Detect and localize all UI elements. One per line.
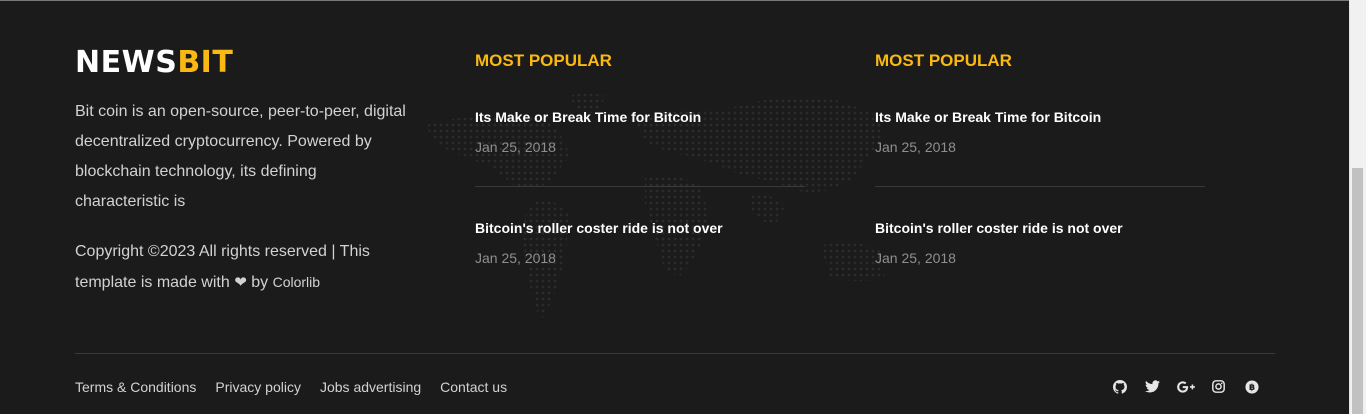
contact-link[interactable]: Contact us [440,378,507,396]
post-title-link[interactable]: Bitcoin's roller coster ride is not over [475,218,805,238]
post-date: Jan 25, 2018 [475,139,556,155]
post-item: Bitcoin's roller coster ride is not over… [875,218,1205,268]
logo-part-news: NEWS [75,45,178,80]
logo-part-bit: BIT [177,45,234,80]
footer-nav: Terms & Conditions Privacy policy Jobs a… [75,378,507,396]
terms-link[interactable]: Terms & Conditions [75,378,196,396]
copyright-text: Copyright ©2023 All rights reserved | Th… [75,243,370,291]
post-divider [875,186,1205,187]
privacy-link[interactable]: Privacy policy [215,378,301,396]
post-item: Its Make or Break Time for Bitcoin Jan 2… [475,107,805,157]
popular-column-1: MOST POPULAR Its Make or Break Time for … [475,49,805,266]
social-links: ฿ [1110,377,1261,396]
brand-logo[interactable]: NEWSBIT [75,45,233,81]
credit-link[interactable]: Colorlib [273,274,320,290]
bitcoin-icon[interactable]: ฿ [1242,377,1261,396]
column-title: MOST POPULAR [475,51,612,70]
post-date: Jan 25, 2018 [875,250,956,266]
column-title: MOST POPULAR [875,51,1012,70]
jobs-link[interactable]: Jobs advertising [320,378,421,396]
post-title-link[interactable]: Bitcoin's roller coster ride is not over [875,218,1205,238]
google-plus-icon[interactable] [1176,377,1195,396]
post-date: Jan 25, 2018 [475,250,556,266]
footer: NEWSBIT Bit coin is an open-source, peer… [0,0,1349,414]
about-text: Bit coin is an open-source, peer-to-peer… [75,103,406,210]
twitter-icon[interactable] [1143,377,1162,396]
github-icon[interactable] [1110,377,1129,396]
post-title-link[interactable]: Its Make or Break Time for Bitcoin [475,107,805,127]
bottom-divider [75,353,1275,354]
popular-column-2: MOST POPULAR Its Make or Break Time for … [875,49,1205,266]
post-divider [475,186,805,187]
post-item: Bitcoin's roller coster ride is not over… [475,218,805,268]
post-date: Jan 25, 2018 [875,139,956,155]
post-item: Its Make or Break Time for Bitcoin Jan 2… [875,107,1205,157]
scrollbar-thumb[interactable] [1352,168,1363,414]
svg-text:฿: ฿ [1248,383,1254,393]
instagram-icon[interactable] [1209,377,1228,396]
heart-icon: ❤ [234,274,247,291]
copyright-by: by [251,274,269,291]
post-title-link[interactable]: Its Make or Break Time for Bitcoin [875,107,1205,127]
copyright: Copyright ©2023 All rights reserved | Th… [75,237,405,298]
